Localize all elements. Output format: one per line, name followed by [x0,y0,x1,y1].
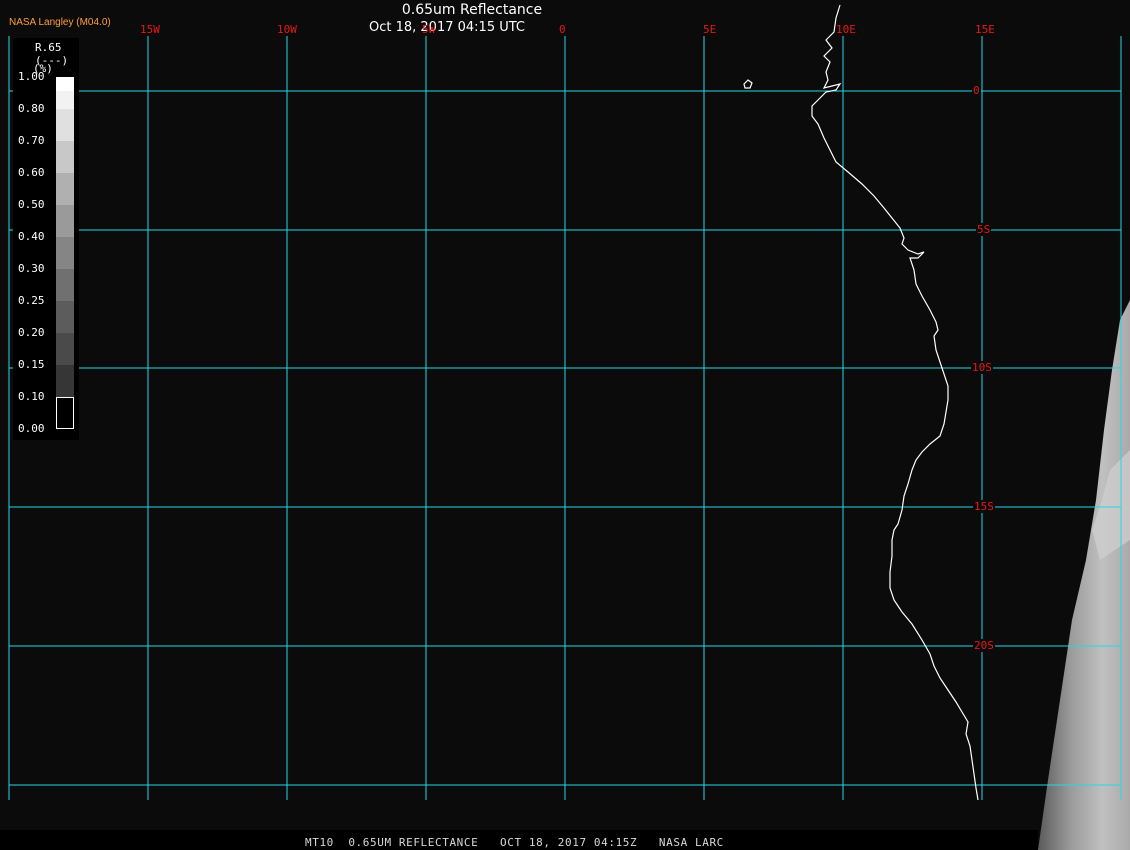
lat-label-20s: 20S [973,639,995,652]
colorbar-swatch-2 [56,91,74,109]
colorbar-tick: 0.70 [18,134,45,147]
lon-label-5e: 5E [703,23,717,36]
lat-label-5s: 5S [976,223,992,236]
lon-label-10w: 10W [277,23,297,36]
lon-label-5w: 5W [422,23,436,36]
colorbar-swatch-6 [56,205,74,237]
colorbar-legend: R.65 (---) (%) 1.00 0.80 0.70 0.60 0.50 … [13,38,79,440]
map-canvas[interactable] [0,0,1130,850]
colorbar-swatch-4 [56,141,74,173]
colorbar-tick: 0.50 [18,198,45,211]
colorbar-swatch-9 [56,301,74,333]
map-panel[interactable]: 0.65um Reflectance Oct 18, 2017 04:15 UT… [0,0,1130,850]
colorbar-tick: 0.15 [18,358,45,371]
colorbar-tick: 1.00 [18,70,45,83]
colorbar-tick: 0.30 [18,262,45,275]
product-title: 0.65um Reflectance [401,2,543,18]
colorbar-swatch-5 [56,173,74,205]
colorbar-tick: 0.25 [18,294,45,307]
colorbar-swatch-8 [56,269,74,301]
footer-caption: MT10 0.65UM REFLECTANCE OCT 18, 2017 04:… [305,836,724,849]
lon-label-15w: 15W [140,23,160,36]
cloud-imagery-swath [1038,300,1130,850]
timestamp: Oct 18, 2017 04:15 UTC [369,20,525,35]
colorbar-swatch-7 [56,237,74,269]
satellite-image-viewer: 0.65um Reflectance Oct 18, 2017 04:15 UT… [0,0,1130,850]
coastline [743,4,979,801]
lat-label-0: 0 [972,84,981,97]
lon-label-0: 0 [559,23,566,36]
colorbar-tick: 0.80 [18,102,45,115]
colorbar-title: R.65 [35,41,62,54]
colorbar-tick: 0.00 [18,422,45,435]
colorbar-swatch-11 [56,365,74,397]
colorbar-swatch-1 [56,77,74,91]
colorbar-swatch-12 [56,397,74,429]
bioko-island [743,79,753,89]
colorbar-tick: 0.10 [18,390,45,403]
lat-label-15s: 15S [973,500,995,513]
lon-label-10e: 10E [836,23,856,36]
coastline-africa [811,4,979,801]
colorbar-tick: 0.20 [18,326,45,339]
colorbar-tick: 0.60 [18,166,45,179]
lat-lon-grid [8,36,1122,800]
colorbar-swatch-3 [56,109,74,141]
lat-label-10s: 10S [971,361,993,374]
colorbar-tick: 0.40 [18,230,45,243]
colorbar-swatch-10 [56,333,74,365]
organization-label: NASA Langley (M04.0) [9,17,111,28]
lon-label-15e: 15E [975,23,995,36]
